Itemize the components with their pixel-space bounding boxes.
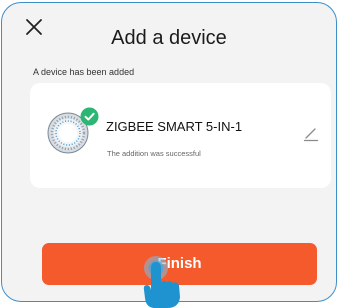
finish-button[interactable]: Finish (42, 243, 317, 285)
check-badge-icon (80, 107, 99, 126)
device-name: ZIGBEE SMART 5-IN-1 (106, 119, 243, 134)
dialog-title: Add a device (111, 27, 227, 49)
device-status: The addition was successful (107, 149, 201, 158)
device-card: ZIGBEE SMART 5-IN-1 The addition was suc… (30, 83, 331, 188)
added-message: A device has been added (33, 67, 135, 77)
pencil-icon[interactable] (303, 126, 319, 142)
